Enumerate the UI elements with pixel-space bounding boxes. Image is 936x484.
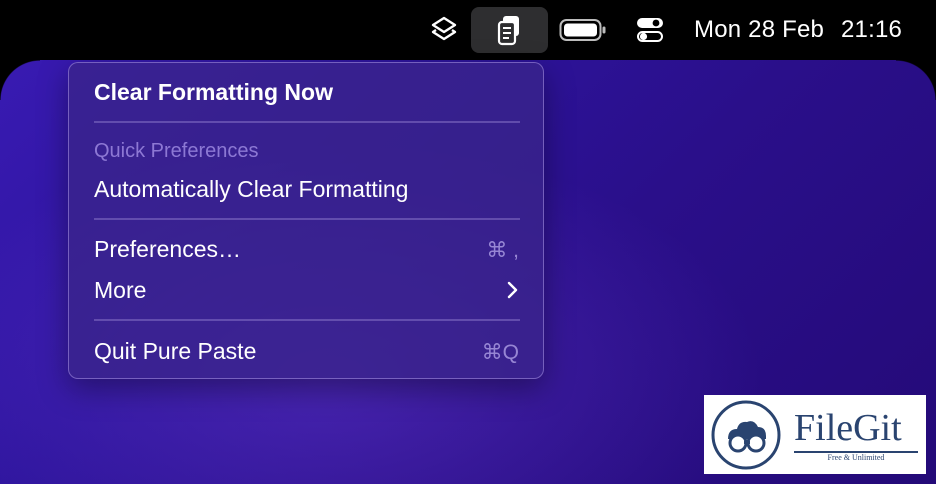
watermark-brand: FileGit bbox=[794, 407, 902, 449]
watermark-tagline: Free & Unlimited bbox=[827, 453, 885, 462]
quit-shortcut: ⌘Q bbox=[481, 341, 519, 364]
menu-section-header: Quick Preferences bbox=[94, 140, 259, 162]
battery-icon[interactable] bbox=[558, 0, 608, 60]
menu-item-quit[interactable]: Quit Pure Paste bbox=[94, 338, 256, 365]
filegit-logo-icon bbox=[711, 400, 781, 470]
menu-item-preferences[interactable]: Preferences… bbox=[94, 236, 241, 263]
chevron-right-icon bbox=[507, 281, 519, 304]
menubar-date[interactable]: Mon 28 Feb bbox=[694, 0, 824, 60]
screen-corner-left bbox=[0, 60, 40, 100]
menu-separator bbox=[94, 121, 520, 123]
filegit-watermark: FileGit Free & Unlimited bbox=[704, 395, 926, 474]
preferences-shortcut: ⌘ , bbox=[486, 239, 519, 262]
menu-item-more[interactable]: More bbox=[94, 277, 146, 304]
menu-item-clear-formatting-now[interactable]: Clear Formatting Now bbox=[94, 79, 333, 106]
pure-paste-icon[interactable] bbox=[494, 0, 524, 60]
menubar-time[interactable]: 21:16 bbox=[841, 0, 902, 60]
control-center-icon[interactable] bbox=[634, 0, 666, 60]
menu-separator bbox=[94, 319, 520, 321]
pure-paste-dropdown-menu: Clear Formatting Now Quick Preferences A… bbox=[68, 62, 544, 379]
menu-separator bbox=[94, 218, 520, 220]
screen-corner-right bbox=[896, 60, 936, 100]
menu-item-auto-clear-formatting[interactable]: Automatically Clear Formatting bbox=[94, 176, 408, 203]
layers-icon[interactable] bbox=[428, 0, 460, 60]
